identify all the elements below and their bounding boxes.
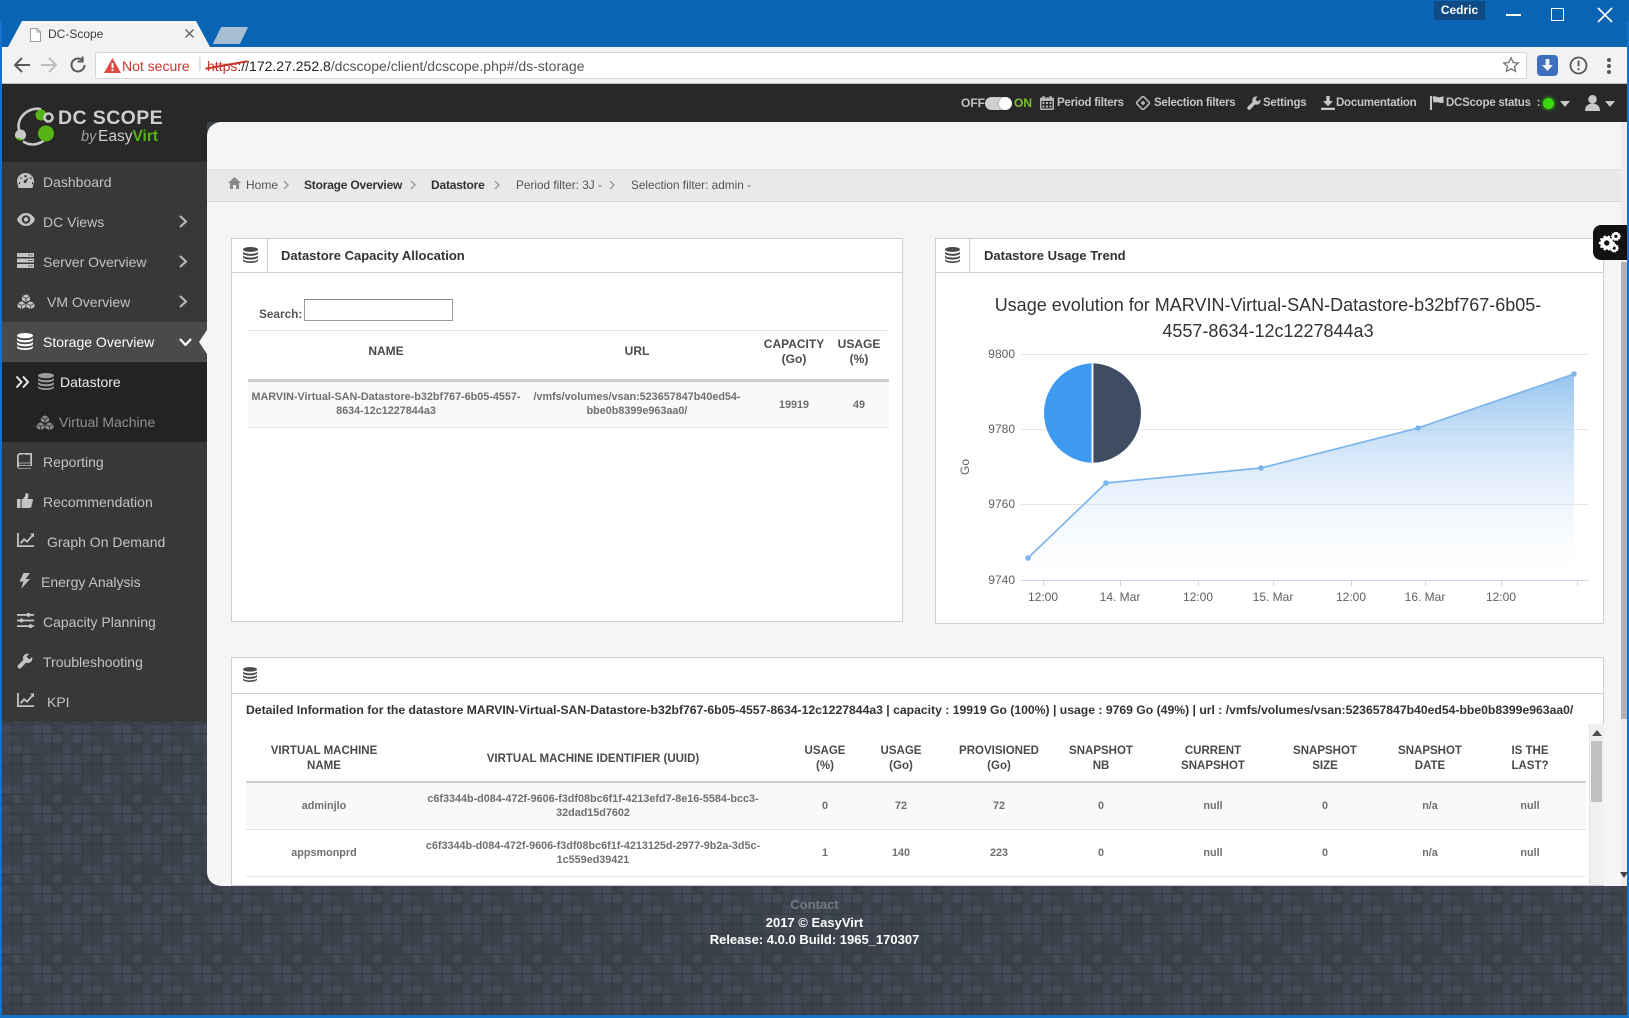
svg-text:DC SCOPE: DC SCOPE bbox=[58, 107, 163, 129]
svg-text:Go: Go bbox=[958, 459, 972, 475]
svg-text:4557-8634-12c1227844a3: 4557-8634-12c1227844a3 bbox=[1162, 321, 1373, 341]
svg-text:by: by bbox=[81, 129, 97, 145]
svg-text:16. Mar: 16. Mar bbox=[1405, 590, 1446, 604]
svg-text:Usage evolution for MARVIN-Vir: Usage evolution for MARVIN-Virtual-SAN-D… bbox=[995, 295, 1542, 315]
svg-text:9780: 9780 bbox=[988, 422, 1015, 436]
svg-text:12:00: 12:00 bbox=[1183, 590, 1213, 604]
svg-text:14. Mar: 14. Mar bbox=[1100, 590, 1141, 604]
svg-text:12:00: 12:00 bbox=[1336, 590, 1366, 604]
svg-text:9760: 9760 bbox=[988, 497, 1015, 511]
svg-text:9800: 9800 bbox=[988, 347, 1015, 361]
svg-text:15. Mar: 15. Mar bbox=[1253, 590, 1294, 604]
svg-text:9740: 9740 bbox=[988, 573, 1015, 587]
svg-text:12:00: 12:00 bbox=[1486, 590, 1516, 604]
svg-text:12:00: 12:00 bbox=[1028, 590, 1058, 604]
svg-text:EasyVirt: EasyVirt bbox=[98, 128, 158, 145]
